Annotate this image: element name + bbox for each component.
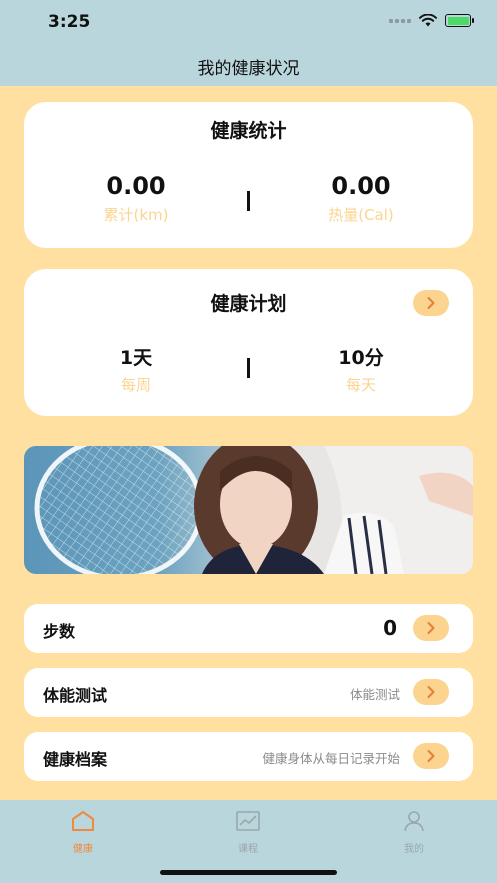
daily-plan-value: 10分 [338,347,384,369]
status-icons [389,14,474,27]
chevron-right-icon [427,686,435,698]
health-plan-arrow-button[interactable] [413,290,449,316]
health-plan-title: 健康计划 [210,293,287,315]
health-stats-title: 健康统计 [210,120,287,142]
daily-plan-label: 每天 [345,376,376,394]
chart-icon [236,811,260,831]
page-title: 我的健康状况 [197,59,300,79]
stats-divider [247,191,250,211]
tab-courses-label: 课程 [238,844,258,855]
distance-value: 0.00 [106,172,166,200]
battery-icon [445,14,474,27]
calories-label: 热量(Cal) [328,206,394,224]
banner-image[interactable] [24,446,473,574]
user-icon [404,811,424,832]
fitness-test-label: 体能测试 [43,686,108,705]
tab-profile-label: 我的 [404,844,424,855]
chevron-right-icon [427,750,435,762]
wifi-icon [419,14,437,27]
chevron-right-icon [427,297,435,309]
banner-illustration [34,446,473,574]
home-indicator [160,870,337,875]
health-plan-card: 健康计划 1天 每周 10分 每天 [24,269,473,416]
health-record-arrow-button[interactable] [413,743,449,769]
health-record-row[interactable]: 健康档案 健康身体从每日记录开始 [24,732,473,781]
health-record-hint: 健康身体从每日记录开始 [262,751,400,766]
tab-health-label: 健康 [73,844,93,855]
steps-arrow-button[interactable] [413,615,449,641]
calories-stat: 0.00 热量(Cal) [271,172,451,225]
steps-label: 步数 [43,622,76,641]
weekly-plan-value: 1天 [119,347,153,369]
distance-stat: 0.00 累计(km) [46,172,226,225]
health-stats-card: 健康统计 0.00 累计(km) 0.00 热量(Cal) [24,102,473,248]
steps-value: 0 [383,616,397,640]
calories-value: 0.00 [331,172,391,200]
health-record-label: 健康档案 [43,750,108,769]
signal-icon [389,18,411,23]
fitness-test-hint: 体能测试 [349,687,400,702]
status-time: 3:25 [48,12,91,32]
daily-plan: 10分 每天 [271,343,451,395]
weekly-plan: 1天 每周 [46,343,226,395]
tab-courses[interactable]: 课程 [218,810,278,855]
steps-row[interactable]: 步数 0 [24,604,473,653]
top-bar: 3:25 我的健康状况 [0,0,497,86]
tab-health[interactable]: 健康 [53,810,113,855]
chevron-right-icon [427,622,435,634]
fitness-test-arrow-button[interactable] [413,679,449,705]
distance-label: 累计(km) [103,206,169,224]
plan-divider [247,358,250,378]
weekly-plan-label: 每周 [120,376,151,394]
tab-profile[interactable]: 我的 [384,810,444,855]
fitness-test-row[interactable]: 体能测试 体能测试 [24,668,473,717]
home-icon [72,811,94,831]
